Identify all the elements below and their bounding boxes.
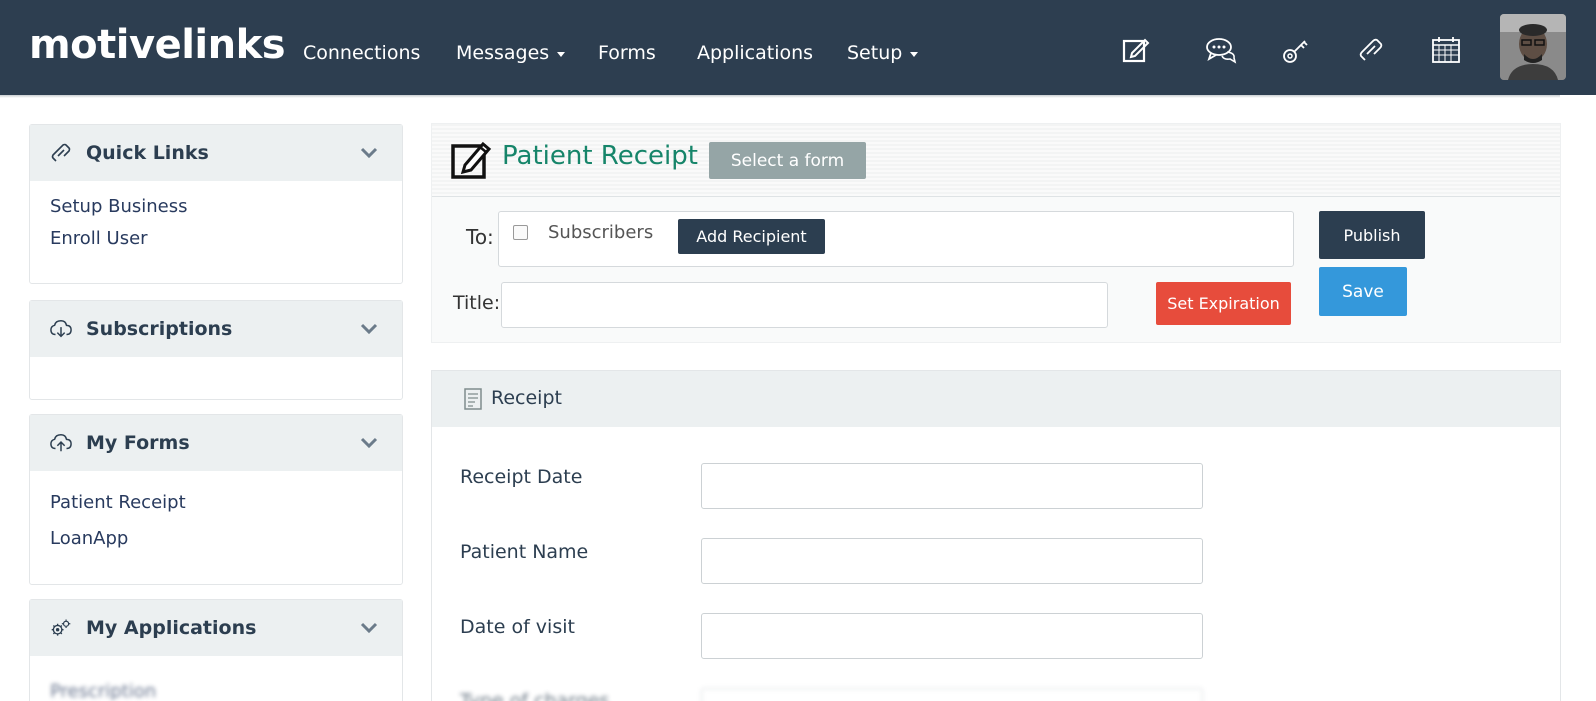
subscribers-checkbox[interactable] bbox=[513, 225, 528, 240]
user-avatar[interactable] bbox=[1500, 14, 1566, 80]
panel-my-applications-header[interactable]: My Applications bbox=[30, 600, 402, 656]
receipt-section-header: Receipt bbox=[432, 371, 1560, 427]
nav-connections[interactable]: Connections bbox=[303, 42, 420, 64]
form-title: Patient Receipt bbox=[502, 141, 698, 171]
panel-my-applications: My Applications Prescription bbox=[29, 599, 403, 701]
panel-quick-links-body: Setup Business Enroll User bbox=[30, 181, 402, 265]
cloud-upload-icon bbox=[50, 434, 72, 452]
document-icon bbox=[464, 388, 482, 410]
set-expiration-button[interactable]: Set Expiration bbox=[1156, 282, 1291, 325]
nav-messages-label: Messages bbox=[456, 42, 550, 64]
user-avatar-image bbox=[1500, 14, 1566, 80]
panel-title: My Applications bbox=[86, 617, 257, 639]
link-icon bbox=[51, 143, 71, 162]
receipt-date-input[interactable] bbox=[701, 463, 1203, 509]
type-of-charges-input[interactable] bbox=[701, 688, 1203, 701]
compose-icon[interactable] bbox=[1120, 34, 1152, 66]
caret-down-icon bbox=[557, 51, 566, 57]
key-icon[interactable] bbox=[1280, 34, 1312, 66]
chevron-down-icon[interactable] bbox=[360, 322, 378, 336]
to-label: To: bbox=[466, 225, 494, 249]
gears-icon bbox=[51, 619, 71, 636]
panel-my-forms: My Forms Patient Receipt LoanApp bbox=[29, 414, 403, 585]
nav-applications[interactable]: Applications bbox=[697, 42, 813, 64]
chevron-down-icon[interactable] bbox=[360, 436, 378, 450]
form-header-bar: Patient Receipt Select a form bbox=[432, 124, 1560, 197]
nav-setup[interactable]: Setup bbox=[847, 42, 919, 64]
link-prescription[interactable]: Prescription bbox=[50, 676, 382, 701]
nav-messages[interactable]: Messages bbox=[456, 42, 566, 64]
navbar-shadow bbox=[0, 95, 1560, 98]
link-icon[interactable] bbox=[1355, 34, 1387, 66]
caret-down-icon bbox=[910, 51, 919, 57]
cloud-download-icon bbox=[50, 320, 72, 338]
field-label-patient-name: Patient Name bbox=[460, 541, 589, 563]
panel-title: Quick Links bbox=[86, 142, 209, 164]
nav-forms[interactable]: Forms bbox=[598, 42, 656, 64]
panel-quick-links: Quick Links Setup Business Enroll User bbox=[29, 124, 403, 284]
panel-subscriptions-body bbox=[30, 357, 402, 377]
panel-quick-links-header[interactable]: Quick Links bbox=[30, 125, 402, 181]
brand-logo[interactable]: motivelinks bbox=[29, 22, 286, 68]
panel-my-forms-header[interactable]: My Forms bbox=[30, 415, 402, 471]
field-label-receipt-date: Receipt Date bbox=[460, 466, 583, 488]
title-input[interactable] bbox=[501, 282, 1108, 328]
panel-my-applications-body: Prescription bbox=[30, 656, 402, 701]
panel-title: My Forms bbox=[86, 432, 190, 454]
panel-subscriptions: Subscriptions bbox=[29, 300, 403, 400]
calendar-icon[interactable] bbox=[1430, 34, 1462, 66]
panel-subscriptions-header[interactable]: Subscriptions bbox=[30, 301, 402, 357]
add-recipient-button[interactable]: Add Recipient bbox=[678, 219, 825, 254]
receipt-section-title: Receipt bbox=[491, 387, 562, 409]
patient-name-input[interactable] bbox=[701, 538, 1203, 584]
edit-form-icon bbox=[451, 141, 492, 179]
nav-connections-label: Connections bbox=[303, 42, 421, 64]
subscribers-label: Subscribers bbox=[548, 222, 654, 243]
nav-applications-label: Applications bbox=[697, 42, 814, 64]
chevron-down-icon[interactable] bbox=[360, 146, 378, 160]
chevron-down-icon[interactable] bbox=[360, 621, 378, 635]
nav-forms-label: Forms bbox=[598, 42, 656, 64]
panel-title: Subscriptions bbox=[86, 318, 233, 340]
nav-setup-label: Setup bbox=[847, 42, 903, 64]
select-form-button[interactable]: Select a form bbox=[709, 142, 866, 179]
chat-icon[interactable] bbox=[1205, 34, 1237, 66]
publish-button[interactable]: Publish bbox=[1319, 211, 1425, 259]
title-label: Title: bbox=[453, 292, 501, 314]
date-of-visit-input[interactable] bbox=[701, 613, 1203, 659]
panel-my-forms-body: Patient Receipt LoanApp bbox=[30, 471, 402, 567]
link-setup-business[interactable]: Setup Business bbox=[50, 191, 382, 223]
link-enroll-user[interactable]: Enroll User bbox=[50, 223, 382, 255]
save-button[interactable]: Save bbox=[1319, 267, 1407, 316]
field-label-type-of-charges: Type of charges bbox=[460, 690, 610, 701]
link-loanapp[interactable]: LoanApp bbox=[50, 521, 382, 557]
link-patient-receipt[interactable]: Patient Receipt bbox=[50, 485, 382, 521]
field-label-date-of-visit: Date of visit bbox=[460, 616, 575, 638]
top-navbar: motivelinks Connections Messages Forms A… bbox=[0, 0, 1596, 95]
